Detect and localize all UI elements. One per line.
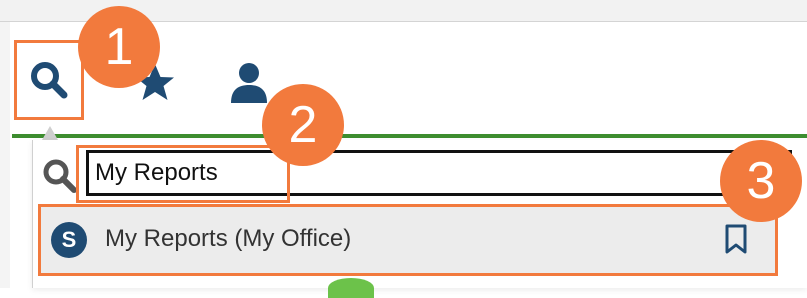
left-edge bbox=[0, 22, 10, 288]
search-icon bbox=[31, 62, 68, 99]
person-icon bbox=[231, 63, 267, 103]
search-button[interactable] bbox=[14, 40, 84, 120]
search-result-item[interactable]: S My Reports (My Office) bbox=[38, 204, 778, 276]
callout-1: 1 bbox=[78, 6, 160, 88]
nav-accent-line bbox=[12, 134, 807, 138]
result-label: My Reports (My Office) bbox=[105, 225, 352, 252]
profile-button[interactable] bbox=[224, 58, 274, 108]
dropdown-caret bbox=[42, 126, 58, 140]
bookmark-icon[interactable] bbox=[723, 224, 749, 254]
callout-3: 3 bbox=[720, 140, 802, 222]
search-icon bbox=[43, 159, 77, 193]
callout-2: 2 bbox=[262, 84, 344, 166]
status-dot bbox=[328, 278, 374, 298]
search-input-highlight bbox=[76, 145, 290, 203]
avatar: S bbox=[51, 222, 87, 258]
